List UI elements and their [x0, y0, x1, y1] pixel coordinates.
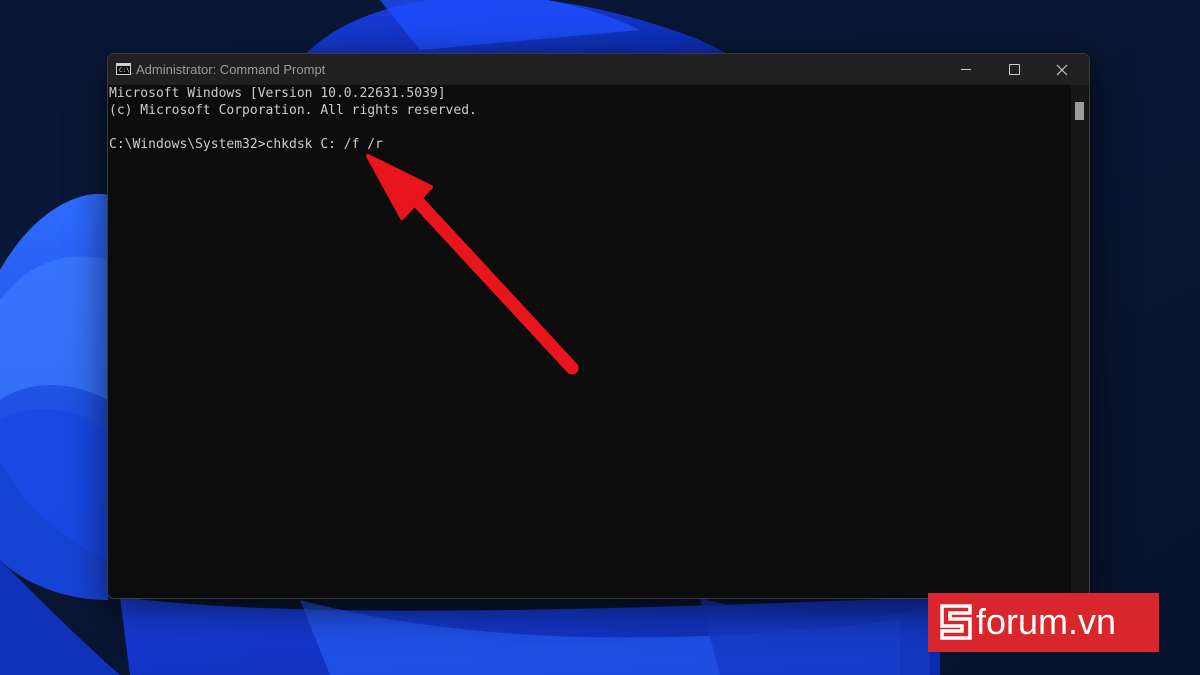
- scrollbar-thumb[interactable]: [1075, 102, 1084, 120]
- sforum-s-icon: [940, 604, 972, 640]
- console-line: Microsoft Windows [Version 10.0.22631.50…: [109, 86, 446, 101]
- maximize-button[interactable]: [990, 54, 1038, 85]
- minimize-button[interactable]: [942, 54, 990, 85]
- cmd-icon: C:\_: [116, 63, 134, 75]
- vertical-scrollbar[interactable]: [1071, 85, 1089, 598]
- close-icon: [1056, 64, 1068, 75]
- console-line: (c) Microsoft Corporation. All rights re…: [109, 103, 477, 118]
- cmd-icon-glyph: C:\_: [119, 67, 134, 74]
- window-title: Administrator: Command Prompt: [136, 62, 326, 77]
- console-output[interactable]: Microsoft Windows [Version 10.0.22631.50…: [108, 85, 1072, 598]
- close-button[interactable]: [1038, 54, 1086, 85]
- command-line: C:\Windows\System32>chkdsk C: /f /r: [109, 137, 383, 152]
- sforum-logo: forum.vn: [928, 593, 1159, 652]
- title-bar[interactable]: C:\_ Administrator: Command Prompt: [108, 54, 1089, 85]
- logo-text: forum.vn: [976, 601, 1117, 642]
- minimize-icon: [961, 69, 971, 70]
- command-prompt-window[interactable]: C:\_ Administrator: Command Prompt Micro…: [107, 53, 1090, 599]
- maximize-icon: [1008, 64, 1020, 75]
